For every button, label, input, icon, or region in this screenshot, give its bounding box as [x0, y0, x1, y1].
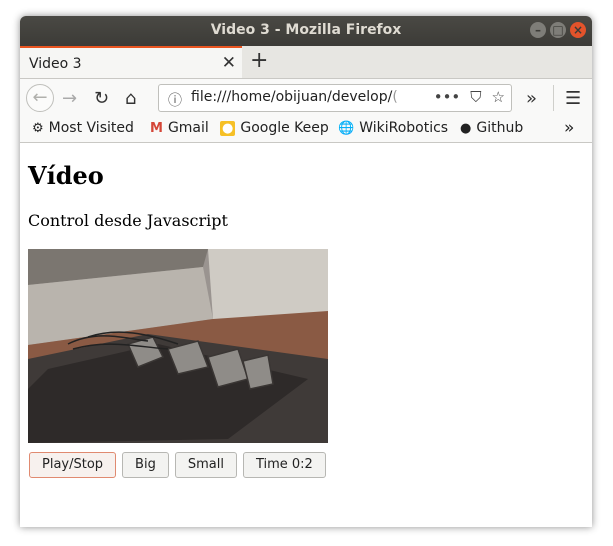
bookmark-most-visited[interactable]: ⚙ Most Visited — [32, 120, 134, 136]
tab-label: Video 3 — [29, 56, 82, 72]
overflow-icon[interactable]: » — [526, 88, 537, 109]
reload-icon[interactable]: ↻ — [94, 88, 109, 109]
new-tab-icon[interactable]: + — [250, 48, 268, 73]
github-icon: ● — [460, 121, 472, 136]
minimize-icon[interactable]: – — [530, 22, 546, 38]
page-actions-icon[interactable]: ••• — [434, 88, 461, 106]
bookmarks-toolbar: ⚙ Most Visited M Gmail ● Google Keep 🌐 WikiR… — [20, 117, 592, 143]
bookmark-github[interactable]: ● Github — [460, 120, 523, 136]
bookmark-wikirobotics[interactable]: 🌐 WikiRobotics — [338, 120, 448, 136]
gear-icon: ⚙ — [32, 121, 44, 136]
window-title: Video 3 - Mozilla Firefox — [210, 22, 402, 38]
keep-icon: ● — [220, 121, 236, 136]
big-button[interactable]: Big — [122, 452, 169, 478]
close-window-icon[interactable]: × — [570, 22, 586, 38]
time-button[interactable]: Time 0:2 — [242, 452, 326, 478]
page-subtitle: Control desde Javascript — [28, 211, 228, 230]
title-bar: Video 3 - Mozilla Firefox – □ × — [20, 16, 592, 46]
video-controls: Play/Stop Big Small Time 0:2 — [29, 452, 326, 478]
close-tab-icon[interactable]: ✕ — [222, 53, 236, 73]
play-stop-button[interactable]: Play/Stop — [29, 452, 117, 478]
menu-icon[interactable]: ☰ — [565, 88, 581, 109]
maximize-icon[interactable]: □ — [550, 22, 566, 38]
navigation-toolbar: ← → ↻ ⌂ ⓘ file:///home/obijuan/develop/(… — [20, 79, 592, 117]
page-content: Vídeo Control desde Javascript Play/Stop… — [20, 143, 592, 527]
window-controls: – □ × — [530, 22, 586, 38]
forward-icon[interactable]: → — [62, 88, 77, 109]
bookmark-gmail[interactable]: M Gmail — [150, 120, 209, 136]
home-icon[interactable]: ⌂ — [125, 88, 136, 109]
video-frame — [28, 249, 328, 443]
bookmark-star-icon[interactable]: ☆ — [492, 88, 505, 106]
url-bar[interactable]: ⓘ file:///home/obijuan/develop/( ••• ⛉ ☆ — [158, 84, 512, 112]
browser-window: Video 3 - Mozilla Firefox – □ × Video 3 … — [20, 16, 592, 527]
tab-bar: Video 3 ✕ + — [20, 46, 592, 79]
toolbar-divider — [553, 85, 554, 111]
gmail-icon: M — [150, 121, 163, 136]
globe-icon: 🌐 — [338, 121, 355, 136]
info-icon[interactable]: ⓘ — [168, 90, 182, 110]
url-text[interactable]: file:///home/obijuan/develop/( — [191, 89, 398, 105]
bookmarks-overflow-icon[interactable]: » — [564, 118, 574, 138]
video-player[interactable] — [28, 249, 328, 443]
back-icon[interactable]: ← — [26, 84, 54, 112]
page-heading: Vídeo — [28, 161, 104, 190]
bookmark-google-keep[interactable]: ● Google Keep — [220, 120, 329, 136]
pocket-icon[interactable]: ⛉ — [470, 88, 481, 106]
tab-video-3[interactable]: Video 3 ✕ — [20, 46, 242, 78]
small-button[interactable]: Small — [174, 452, 237, 478]
